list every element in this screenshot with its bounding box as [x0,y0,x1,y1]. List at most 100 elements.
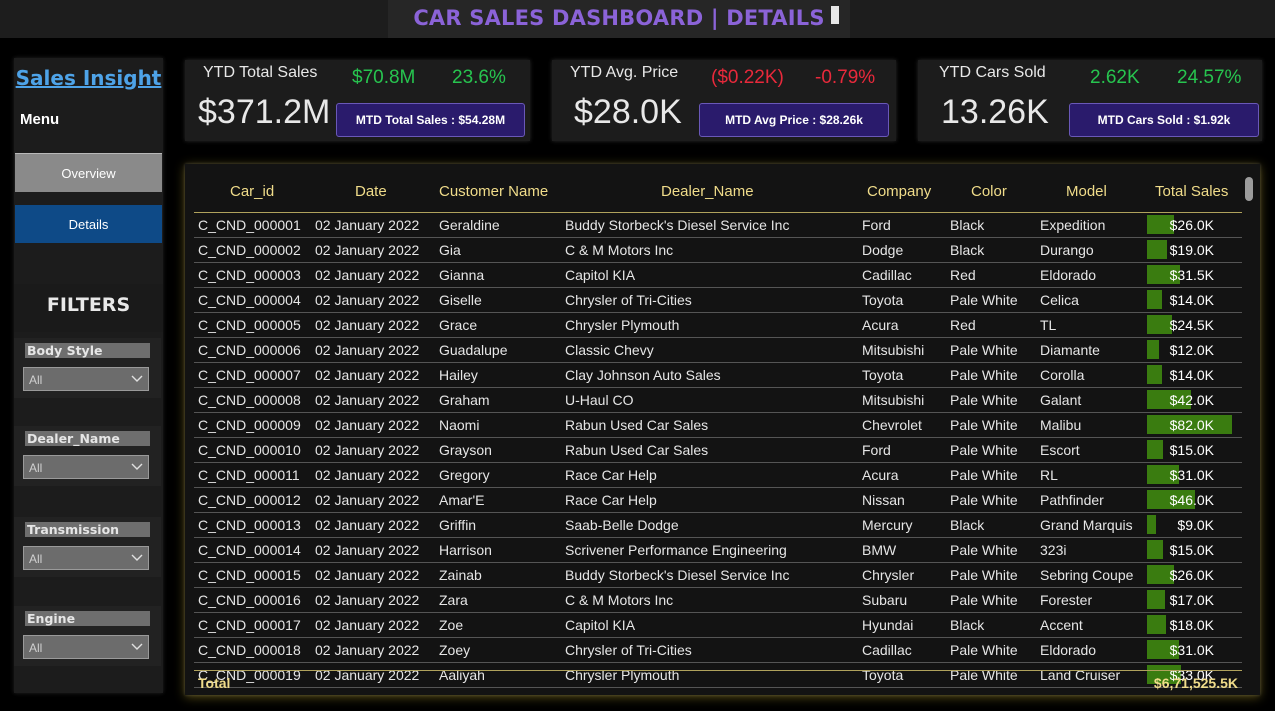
cell-date: 02 January 2022 [315,467,420,483]
cell-dealer-name: Scrivener Performance Engineering [565,542,787,558]
cell-model: Escort [1040,442,1080,458]
cell-customer-name: Geraldine [439,217,500,233]
cell-model: Sebring Coupe [1040,567,1134,583]
cell-color: Pale White [950,342,1018,358]
cell-car-id: C_CND_000013 [198,517,301,533]
cell-date: 02 January 2022 [315,517,420,533]
cell-model: Expedition [1040,217,1106,233]
table-body: C_CND_000001 02 January 2022 Geraldine Budd… [194,213,1242,688]
table-row[interactable]: C_CND_000007 02 January 2022 Hailey Clay Jo… [194,363,1242,388]
column-header-company[interactable]: Company [867,183,931,200]
column-header-car-id[interactable]: Car_id [230,183,274,200]
table-row[interactable]: C_CND_000003 02 January 2022 Gianna Capitol… [194,263,1242,288]
table-row[interactable]: C_CND_000008 02 January 2022 Graham U-Haul … [194,388,1242,413]
cell-company: Cadillac [862,642,912,658]
cell-company: Acura [862,467,899,483]
cell-model: Durango [1040,242,1094,258]
cell-company: Hyundai [862,617,914,633]
cell-company: Dodge [862,242,904,258]
table-row[interactable]: C_CND_000014 02 January 2022 Harrison Scriv… [194,538,1242,563]
cell-color: Pale White [950,367,1018,383]
table-row[interactable]: C_CND_000018 02 January 2022 Zoey Chrysler … [194,638,1242,663]
table-row[interactable]: C_CND_000011 02 January 2022 Gregory Race C… [194,463,1242,488]
cell-car-id: C_CND_000001 [198,217,301,233]
overview-button[interactable]: Overview [15,153,162,192]
kpi-delta-percent: -0.79% [815,67,876,88]
cell-total-sales: $18.0K [1169,617,1214,633]
engine-dropdown[interactable]: All [23,635,149,659]
table-row[interactable]: C_CND_000002 02 January 2022 Gia C & M Moto… [194,238,1242,263]
cell-customer-name: Guadalupe [439,342,508,358]
cell-date: 02 January 2022 [315,267,420,283]
cell-car-id: C_CND_000008 [198,392,301,408]
cell-model: TL [1040,317,1057,333]
table-row[interactable]: C_CND_000004 02 January 2022 Giselle Chrysl… [194,288,1242,313]
kpi-card-avg-price: YTD Avg. Price $28.0K ($0.22K) -0.79% MT… [552,60,896,141]
transmission-dropdown[interactable]: All [23,546,149,570]
column-header-dealer-name[interactable]: Dealer_Name [661,183,754,200]
cell-company: Chrysler [862,567,915,583]
table-row[interactable]: C_CND_000010 02 January 2022 Grayson Rabun … [194,438,1242,463]
mtd-cars-sold-button[interactable]: MTD Cars Sold : $1.92k [1069,103,1259,137]
column-header-customer-name[interactable]: Customer Name [439,183,548,200]
brand-link[interactable]: Sales Insight [14,66,163,90]
cell-company: Chevrolet [862,417,922,433]
cell-date: 02 January 2022 [315,217,420,233]
cell-total-sales: $19.0K [1169,242,1214,258]
chevron-down-icon [131,643,143,650]
menu-label: Menu [20,111,60,128]
cell-car-id: C_CND_000016 [198,592,301,608]
column-header-date[interactable]: Date [355,183,387,200]
details-button[interactable]: Details [15,205,162,243]
cell-color: Pale White [950,392,1018,408]
kpi-delta-percent: 24.57% [1177,67,1242,88]
cell-customer-name: Graham [439,392,490,408]
cell-model: Accent [1040,617,1083,633]
cell-model: Eldorado [1040,267,1097,283]
kpi-title: YTD Avg. Price [570,64,679,81]
cell-customer-name: Zoey [439,642,471,658]
cell-date: 02 January 2022 [315,317,420,333]
cell-total-sales: $82.0K [1169,417,1214,433]
mtd-avg-price-button[interactable]: MTD Avg Price : $28.26k [699,103,889,137]
table-row[interactable]: C_CND_000016 02 January 2022 Zara C & M Mot… [194,588,1242,613]
cell-total-sales: $42.0K [1169,392,1214,408]
cell-total-sales: $15.0K [1169,442,1214,458]
cell-customer-name: Griffin [439,517,477,533]
cell-model: Forester [1040,592,1093,608]
chevron-down-icon [131,463,143,470]
cell-date: 02 January 2022 [315,492,420,508]
cell-customer-name: Harrison [439,542,492,558]
cell-model: Pathfinder [1040,492,1104,508]
kpi-delta-amount: ($0.22K) [711,67,784,88]
text-cursor [831,6,839,24]
cell-dealer-name: Capitol KIA [565,617,636,633]
column-header-model[interactable]: Model [1066,183,1107,200]
cell-car-id: C_CND_000003 [198,267,301,283]
kpi-title: YTD Cars Sold [939,64,1046,81]
dealer-name-dropdown[interactable]: All [23,455,149,479]
table-row[interactable]: C_CND_000017 02 January 2022 Zoe Capitol KI… [194,613,1242,638]
table-row[interactable]: C_CND_000013 02 January 2022 Griffin Saab-B… [194,513,1242,538]
column-header-total-sales[interactable]: Total Sales [1155,183,1228,200]
cell-color: Pale White [950,442,1018,458]
body-style-dropdown[interactable]: All [23,367,149,391]
cell-dealer-name: Race Car Help [565,492,657,508]
cell-total-sales: $14.0K [1169,367,1214,383]
column-header-color[interactable]: Color [971,183,1007,200]
cell-color: Pale White [950,292,1018,308]
slicer-transmission: Transmission All [14,517,161,577]
cell-color: Black [950,217,985,233]
table-row[interactable]: C_CND_000015 02 January 2022 Zainab Buddy S… [194,563,1242,588]
table-row[interactable]: C_CND_000006 02 January 2022 Guadalupe Clas… [194,338,1242,363]
mtd-total-sales-button[interactable]: MTD Total Sales : $54.28M [336,103,525,137]
cell-car-id: C_CND_000010 [198,442,301,458]
table-row[interactable]: C_CND_000012 02 January 2022 Amar'E Race Ca… [194,488,1242,513]
cell-company: Subaru [862,592,908,608]
table-row[interactable]: C_CND_000005 02 January 2022 Grace Chrysler… [194,313,1242,338]
table-scrollbar[interactable] [1245,177,1253,201]
kpi-value: $371.2M [198,93,331,131]
table-row[interactable]: C_CND_000001 02 January 2022 Geraldine Budd… [194,213,1242,238]
kpi-delta-percent: 23.6% [452,67,506,88]
table-row[interactable]: C_CND_000009 02 January 2022 Naomi Rabun Us… [194,413,1242,438]
